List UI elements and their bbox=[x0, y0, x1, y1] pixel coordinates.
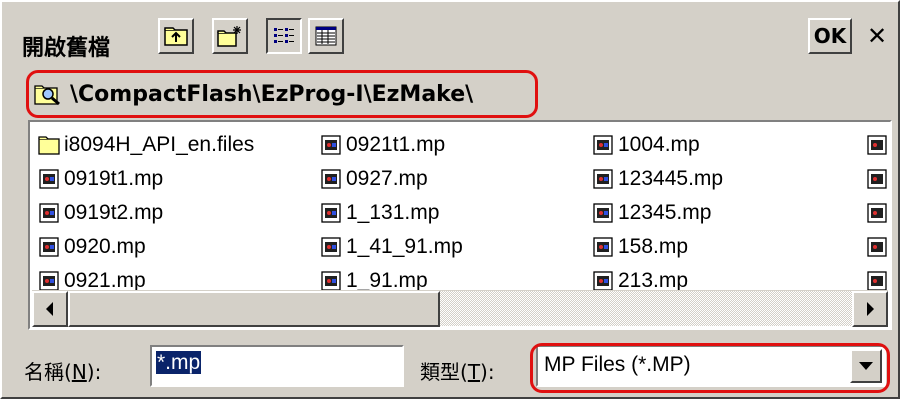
list-view-icon bbox=[274, 28, 294, 43]
scroll-right-button[interactable] bbox=[852, 291, 888, 327]
file-column-1: i8094H_API_en.files 0919t1.mp 0919t2.mp bbox=[38, 128, 254, 292]
mp-file-icon bbox=[867, 135, 887, 155]
list-item[interactable] bbox=[866, 264, 888, 292]
new-folder-button[interactable] bbox=[212, 18, 248, 54]
list-item[interactable] bbox=[866, 230, 888, 264]
list-item[interactable]: 0920.mp bbox=[38, 230, 254, 264]
mp-file-icon bbox=[593, 271, 613, 291]
details-view-button[interactable] bbox=[308, 18, 344, 54]
list-item[interactable] bbox=[866, 196, 888, 230]
mp-file-icon bbox=[867, 271, 887, 291]
list-item[interactable]: 0919t2.mp bbox=[38, 196, 254, 230]
mp-file-icon bbox=[321, 203, 341, 223]
mp-file-icon bbox=[593, 203, 613, 223]
folder-search-icon bbox=[34, 85, 60, 106]
ok-button[interactable]: OK bbox=[808, 18, 852, 54]
list-item[interactable]: 0921.mp bbox=[38, 264, 254, 292]
mp-file-icon bbox=[39, 203, 59, 223]
mp-file-icon bbox=[39, 271, 59, 291]
type-label: 類型(T): bbox=[420, 360, 495, 384]
folder-icon bbox=[38, 136, 60, 155]
up-folder-icon bbox=[164, 27, 188, 46]
list-item[interactable] bbox=[866, 162, 888, 196]
up-folder-button[interactable] bbox=[158, 18, 194, 54]
list-item[interactable]: 213.mp bbox=[592, 264, 723, 292]
arrow-right-icon bbox=[867, 302, 874, 316]
list-item[interactable]: 0921t1.mp bbox=[320, 128, 463, 162]
close-button[interactable]: ✕ bbox=[858, 18, 896, 54]
file-name-value: *.mp bbox=[156, 351, 202, 374]
mp-file-icon bbox=[593, 237, 613, 257]
scroll-left-button[interactable] bbox=[32, 291, 68, 327]
mp-file-icon bbox=[39, 169, 59, 189]
list-item[interactable]: 158.mp bbox=[592, 230, 723, 264]
list-item[interactable] bbox=[866, 128, 888, 162]
mp-file-icon bbox=[867, 237, 887, 257]
scroll-thumb[interactable] bbox=[68, 291, 440, 327]
mp-file-icon bbox=[321, 135, 341, 155]
list-item[interactable]: 123445.mp bbox=[592, 162, 723, 196]
file-name-input[interactable]: *.mp bbox=[150, 345, 404, 387]
list-item[interactable]: 1_41_91.mp bbox=[320, 230, 463, 264]
type-annotation-highlight bbox=[530, 343, 890, 393]
list-view-button[interactable] bbox=[266, 18, 302, 54]
mp-file-icon bbox=[593, 169, 613, 189]
mp-file-icon bbox=[593, 135, 613, 155]
mp-file-icon bbox=[321, 271, 341, 291]
list-item[interactable]: 0919t1.mp bbox=[38, 162, 254, 196]
list-item[interactable]: 12345.mp bbox=[592, 196, 723, 230]
horizontal-scrollbar[interactable] bbox=[32, 290, 888, 327]
list-item[interactable]: 1004.mp bbox=[592, 128, 723, 162]
list-item[interactable]: i8094H_API_en.files bbox=[38, 128, 254, 162]
file-list[interactable]: i8094H_API_en.files 0919t1.mp 0919t2.mp bbox=[28, 120, 892, 330]
mp-file-icon bbox=[321, 169, 341, 189]
mp-file-icon bbox=[867, 169, 887, 189]
current-path: \CompactFlash\EzProg-I\EzMake\ bbox=[70, 82, 474, 107]
dialog-title: 開啟舊檔 bbox=[22, 36, 111, 61]
file-column-3: 1004.mp 123445.mp 12345.mp 158.mp 213.mp bbox=[592, 128, 723, 292]
file-column-4-clipped bbox=[866, 128, 888, 292]
list-item[interactable]: 1_131.mp bbox=[320, 196, 463, 230]
arrow-left-icon bbox=[46, 302, 53, 316]
mp-file-icon bbox=[39, 237, 59, 257]
mp-file-icon bbox=[867, 203, 887, 223]
mp-file-icon bbox=[321, 237, 341, 257]
new-folder-icon bbox=[217, 26, 241, 47]
list-item[interactable]: 0927.mp bbox=[320, 162, 463, 196]
file-column-2: 0921t1.mp 0927.mp 1_131.mp 1_41_91.mp 1_… bbox=[320, 128, 463, 292]
list-item[interactable]: 1_91.mp bbox=[320, 264, 463, 292]
name-label: 名稱(N): bbox=[24, 360, 102, 384]
details-view-icon bbox=[315, 26, 337, 46]
